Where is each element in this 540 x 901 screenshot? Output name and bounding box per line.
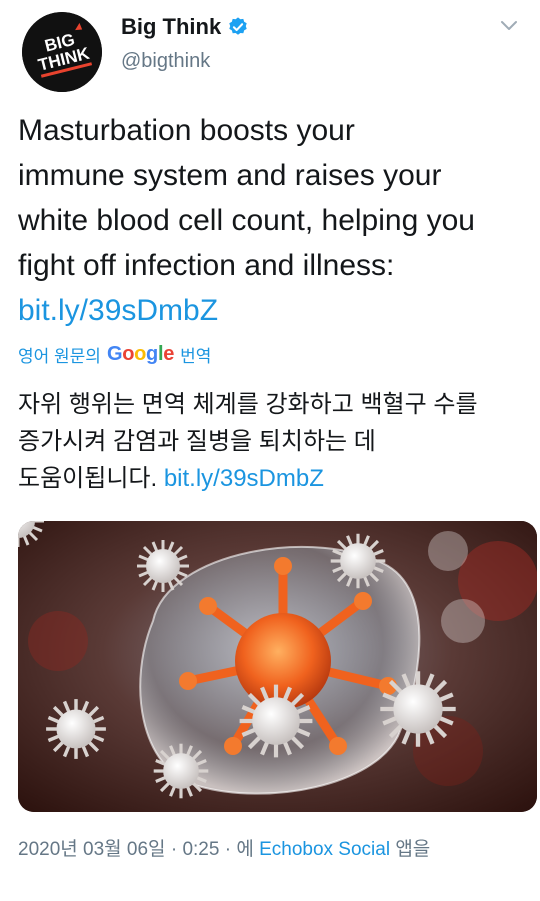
- virus-illustration: [18, 521, 537, 812]
- tweet-line: white blood cell count, helping you: [18, 204, 475, 237]
- display-name[interactable]: Big Think: [121, 14, 221, 40]
- tweet-header: BIG THINK Big Think @bigthink: [18, 8, 522, 92]
- translate-tweet-link[interactable]: 영어 원문의 Google 번역: [18, 342, 211, 367]
- tweet-line: immune system and raises your: [18, 159, 442, 192]
- translation-prefix: 영어 원문의: [18, 347, 101, 366]
- tweet-body: Masturbation boosts your immune system a…: [18, 108, 528, 333]
- tweet-media-image[interactable]: [18, 521, 537, 812]
- tweet-line: fight off infection and illness:: [18, 249, 395, 282]
- via-suffix: 앱을: [395, 839, 431, 860]
- chevron-down-icon[interactable]: [498, 14, 520, 36]
- translation-suffix: 번역: [180, 347, 212, 366]
- author-info: Big Think @bigthink: [121, 10, 249, 73]
- user-handle[interactable]: @bigthink: [121, 50, 249, 73]
- avatar[interactable]: BIG THINK: [22, 12, 102, 92]
- google-logo: Google: [106, 343, 175, 365]
- translated-text: 자위 행위는 면역 체계를 강화하고 백혈구 수를 증가시켜 감염과 질병을 퇴…: [18, 386, 528, 497]
- tweet-date[interactable]: 2020년 03월 06일: [18, 839, 166, 860]
- via-prefix: 에: [236, 839, 254, 860]
- source-app-link[interactable]: Echobox Social: [259, 839, 390, 860]
- separator-dot: ·: [224, 839, 232, 860]
- tweet-link[interactable]: bit.ly/39sDmbZ: [18, 294, 218, 327]
- tweet-line: Masturbation boosts your: [18, 114, 355, 147]
- translated-line: 자위 행위는 면역 체계를 강화하고 백혈구 수를: [18, 391, 478, 418]
- translated-link[interactable]: bit.ly/39sDmbZ: [164, 465, 324, 492]
- separator-dot: ·: [170, 839, 178, 860]
- translated-line: 증가시켜 감염과 질병을 퇴치하는 데: [18, 428, 376, 455]
- verified-badge-icon: [227, 16, 249, 38]
- big-think-logo: BIG THINK: [22, 12, 102, 92]
- translated-line: 도움이됩니다.: [18, 465, 158, 492]
- tweet-time[interactable]: 0:25: [182, 839, 219, 860]
- tweet-metadata: 2020년 03월 06일 · 0:25 · 에 Echobox Social …: [18, 834, 430, 861]
